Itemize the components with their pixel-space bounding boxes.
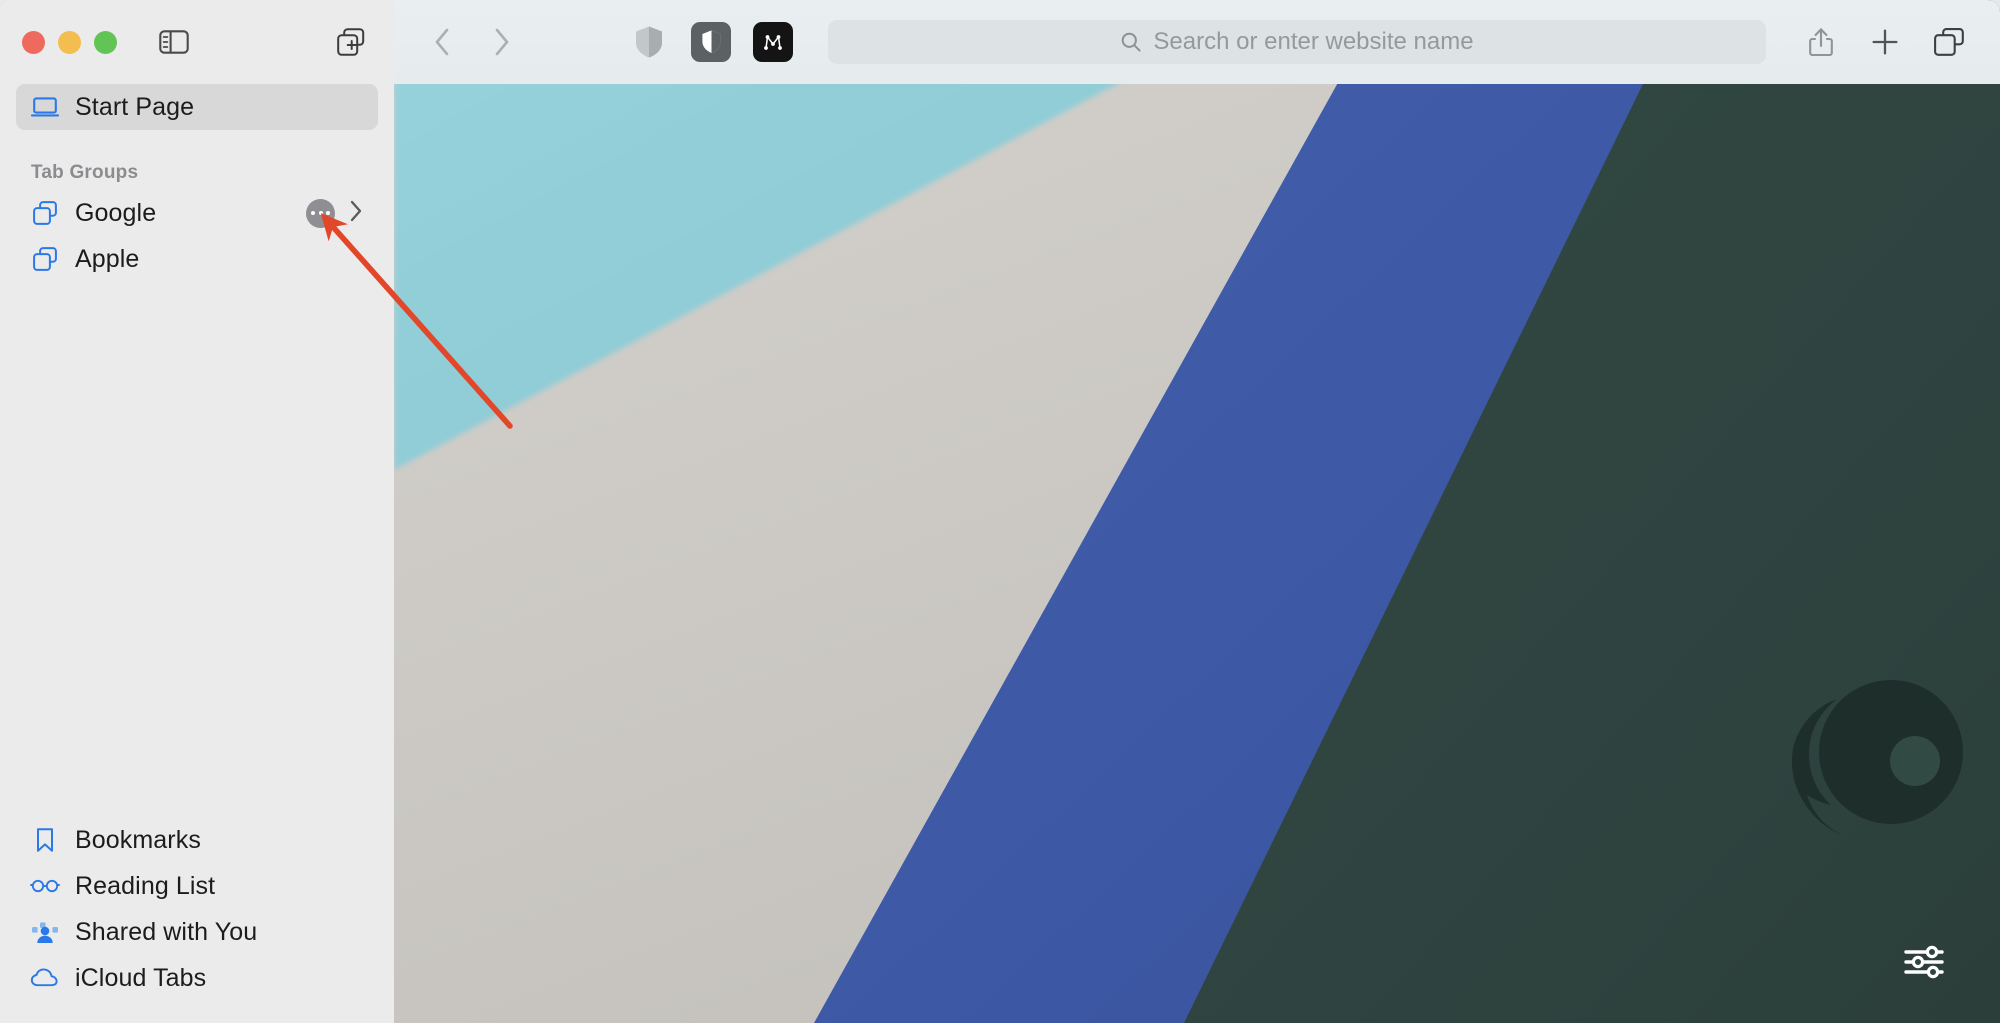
sidebar-item-label: Shared with You: [75, 917, 258, 946]
sliders-icon: [1904, 945, 1944, 979]
sidebar-item-actions: [306, 198, 364, 228]
shield-plain-icon: [636, 26, 662, 58]
sidebar-toggle-button[interactable]: [153, 21, 195, 63]
share-icon: [1809, 28, 1833, 57]
sidebar-item-label: Apple: [75, 244, 140, 273]
tab-group-icon: [30, 199, 60, 227]
navigation-buttons: [414, 13, 530, 71]
cloud-icon: [30, 964, 60, 992]
toolbar-right-buttons: [1792, 13, 1978, 71]
sidebar-item-start-page[interactable]: Start Page: [16, 84, 378, 130]
chevron-left-icon: [435, 28, 449, 56]
minimize-window-button[interactable]: [58, 30, 81, 54]
sidebar-titlebar: [0, 0, 394, 84]
page-settings-button[interactable]: [1896, 941, 1952, 983]
tab-overview-icon: [1934, 28, 1964, 56]
new-tab-button[interactable]: [1856, 13, 1914, 71]
address-bar[interactable]: Search or enter website name: [828, 20, 1766, 64]
start-page-wallpaper: [394, 0, 2000, 1023]
plus-icon: [1872, 29, 1898, 55]
sidebar-item-reading-list[interactable]: Reading List: [16, 863, 378, 909]
sidebar-item-label: Start Page: [75, 92, 195, 121]
address-bar-placeholder: Search or enter website name: [1153, 28, 1474, 55]
chevron-right-icon[interactable]: [349, 199, 364, 228]
chevron-right-icon: [495, 28, 509, 56]
glasses-icon: [30, 872, 60, 900]
extension-shield-badge-button[interactable]: [682, 13, 740, 71]
sidebar-toggle-icon: [159, 30, 189, 54]
extension-buttons: [620, 13, 802, 71]
search-icon: [1122, 32, 1142, 52]
sidebar-list: Start Page Tab Groups Google Apple: [0, 84, 394, 817]
extension-shield-plain-button[interactable]: [620, 13, 678, 71]
sidebar-item-label: iCloud Tabs: [75, 963, 207, 992]
back-button[interactable]: [414, 13, 472, 71]
sidebar-item-label: Google: [75, 198, 157, 227]
share-button[interactable]: [1792, 13, 1850, 71]
sidebar-item-apple[interactable]: Apple: [16, 236, 378, 282]
sidebar-item-label: Reading List: [75, 871, 216, 900]
safari-window: Start Page Tab Groups Google Apple Bookm…: [0, 0, 2000, 1023]
bookmark-icon: [30, 826, 60, 854]
people-icon: [30, 918, 60, 946]
browser-toolbar: Search or enter website name: [394, 0, 2000, 84]
laptop-icon: [30, 93, 60, 121]
new-tab-group-icon: [337, 28, 365, 56]
new-tab-group-button[interactable]: [330, 21, 372, 63]
sidebar-item-bookmarks[interactable]: Bookmarks: [16, 817, 378, 863]
tab-groups-section-header: Tab Groups: [31, 162, 139, 183]
maximize-window-button[interactable]: [94, 30, 117, 54]
tab-overview-button[interactable]: [1920, 13, 1978, 71]
m-graph-icon: [753, 22, 793, 62]
sidebar-item-shared-with-you[interactable]: Shared with You: [16, 909, 378, 955]
shield-badge-icon: [691, 22, 731, 62]
sidebar-item-icloud-tabs[interactable]: iCloud Tabs: [16, 955, 378, 1001]
close-window-button[interactable]: [22, 30, 45, 54]
browser-content: Search or enter website name: [394, 0, 2000, 1023]
sidebar: Start Page Tab Groups Google Apple Bookm…: [0, 0, 394, 1023]
sidebar-bottom-list: Bookmarks Reading List Shared with You i…: [0, 817, 394, 1023]
tab-group-icon: [30, 245, 60, 273]
extension-m-button[interactable]: [744, 13, 802, 71]
sidebar-item-label: Bookmarks: [75, 825, 201, 854]
forward-button[interactable]: [472, 13, 530, 71]
ellipsis-icon[interactable]: [306, 198, 335, 228]
sidebar-item-google[interactable]: Google: [16, 190, 378, 236]
traffic-lights: [22, 30, 117, 54]
